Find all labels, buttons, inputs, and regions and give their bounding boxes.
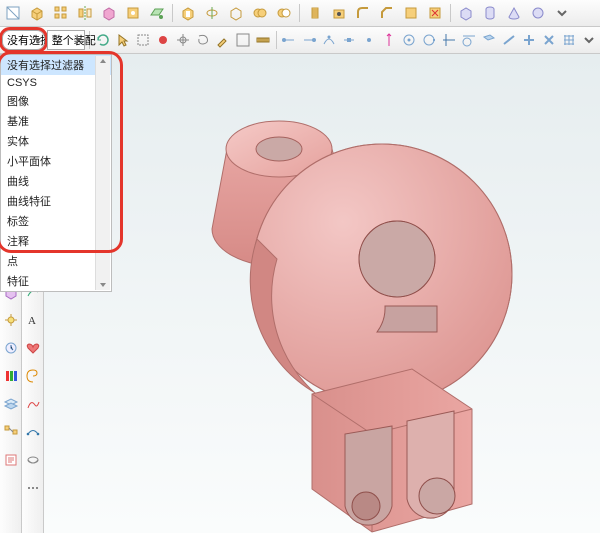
curve-icon[interactable] — [23, 394, 43, 414]
select-lasso-icon[interactable] — [194, 29, 212, 51]
layers-icon[interactable] — [1, 394, 21, 414]
snap-tan-icon[interactable] — [460, 29, 478, 51]
model-pink-part-icon — [107, 74, 537, 533]
select-box-icon[interactable] — [134, 29, 152, 51]
assembly-scope-dropdown[interactable]: 整个装配 — [47, 30, 86, 50]
snap-face-icon[interactable] — [480, 29, 498, 51]
assembly-add-icon[interactable] — [98, 2, 120, 24]
snap-end-icon[interactable] — [300, 29, 318, 51]
chamfer-icon[interactable] — [376, 2, 398, 24]
fillet-icon[interactable] — [352, 2, 374, 24]
clock-icon[interactable] — [1, 338, 21, 358]
wrap-icon[interactable] — [23, 450, 43, 470]
cylinder-prim-icon[interactable] — [479, 2, 501, 24]
notes-icon[interactable] — [1, 450, 21, 470]
snap-quad-icon[interactable] — [420, 29, 438, 51]
pointer-icon[interactable] — [114, 29, 132, 51]
snap-x-icon[interactable] — [540, 29, 558, 51]
thread-icon[interactable] — [304, 2, 326, 24]
snap-point-icon[interactable] — [360, 29, 378, 51]
delete-face-icon[interactable] — [424, 2, 446, 24]
snap-mid-icon[interactable] — [340, 29, 358, 51]
pattern-icon[interactable] — [50, 2, 72, 24]
record-icon[interactable] — [154, 29, 172, 51]
boolean-unite-icon[interactable] — [249, 2, 271, 24]
snap-center-icon[interactable] — [400, 29, 418, 51]
feature-group-icon[interactable] — [122, 2, 144, 24]
more-icon[interactable] — [23, 478, 43, 498]
select-window-icon[interactable] — [234, 29, 252, 51]
hole-icon[interactable] — [328, 2, 350, 24]
scrollbar[interactable] — [95, 56, 110, 290]
text-icon[interactable]: A — [23, 310, 43, 330]
snap-axis-icon[interactable] — [380, 29, 398, 51]
more-prim-icon[interactable] — [551, 2, 573, 24]
explode-icon[interactable] — [1, 310, 21, 330]
assembly-scope-label: 整个装配 — [52, 32, 96, 48]
svg-text:A: A — [28, 315, 36, 327]
new-sketch-icon[interactable] — [2, 2, 24, 24]
revolve-icon[interactable] — [201, 2, 223, 24]
3d-viewport[interactable] — [44, 54, 600, 533]
box-prim-icon[interactable] — [455, 2, 477, 24]
render-bar-icon[interactable] — [1, 366, 21, 386]
snap-grid-icon[interactable] — [560, 29, 578, 51]
separator — [172, 4, 173, 22]
measure-icon[interactable] — [254, 29, 272, 51]
mirror-icon[interactable] — [74, 2, 96, 24]
separator — [299, 4, 300, 22]
snap-start-icon[interactable] — [280, 29, 298, 51]
toolbar-modeling — [0, 0, 600, 27]
cone-prim-icon[interactable] — [503, 2, 525, 24]
selection-filter-list: 没有选择过滤器 CSYS 图像 基准 实体 小平面体 曲线 曲线特征 标签 注释… — [0, 54, 112, 292]
cut-extrude-icon[interactable] — [177, 2, 199, 24]
sphere-prim-icon[interactable] — [527, 2, 549, 24]
plane-green-icon[interactable] — [146, 2, 168, 24]
snap-edge-icon[interactable] — [500, 29, 518, 51]
snap-cross-icon[interactable] — [440, 29, 458, 51]
main-body: 没有选择过滤器 CSYS 图像 基准 实体 小平面体 曲线 曲线特征 标签 注释… — [0, 54, 600, 533]
picker-icon[interactable] — [214, 29, 232, 51]
separator — [450, 4, 451, 22]
snap-ctrl-icon[interactable] — [320, 29, 338, 51]
boolean-subtract-icon[interactable] — [273, 2, 295, 24]
toolbar-selection: 没有选择过滤器 整个装配 — [0, 27, 600, 54]
assembly-tree-icon[interactable] — [1, 422, 21, 442]
refresh-view-icon[interactable] — [94, 29, 112, 51]
crosshair-icon[interactable] — [174, 29, 192, 51]
extrude-box-icon[interactable] — [26, 2, 48, 24]
more-snap-icon[interactable] — [580, 29, 598, 51]
shell-icon[interactable] — [225, 2, 247, 24]
spiral-icon[interactable] — [23, 366, 43, 386]
spline-icon[interactable] — [23, 422, 43, 442]
heart-icon[interactable] — [23, 338, 43, 358]
snap-plus-icon[interactable] — [520, 29, 538, 51]
body-ops-icon[interactable] — [400, 2, 422, 24]
selection-filter-dropdown[interactable]: 没有选择过滤器 — [2, 30, 45, 50]
